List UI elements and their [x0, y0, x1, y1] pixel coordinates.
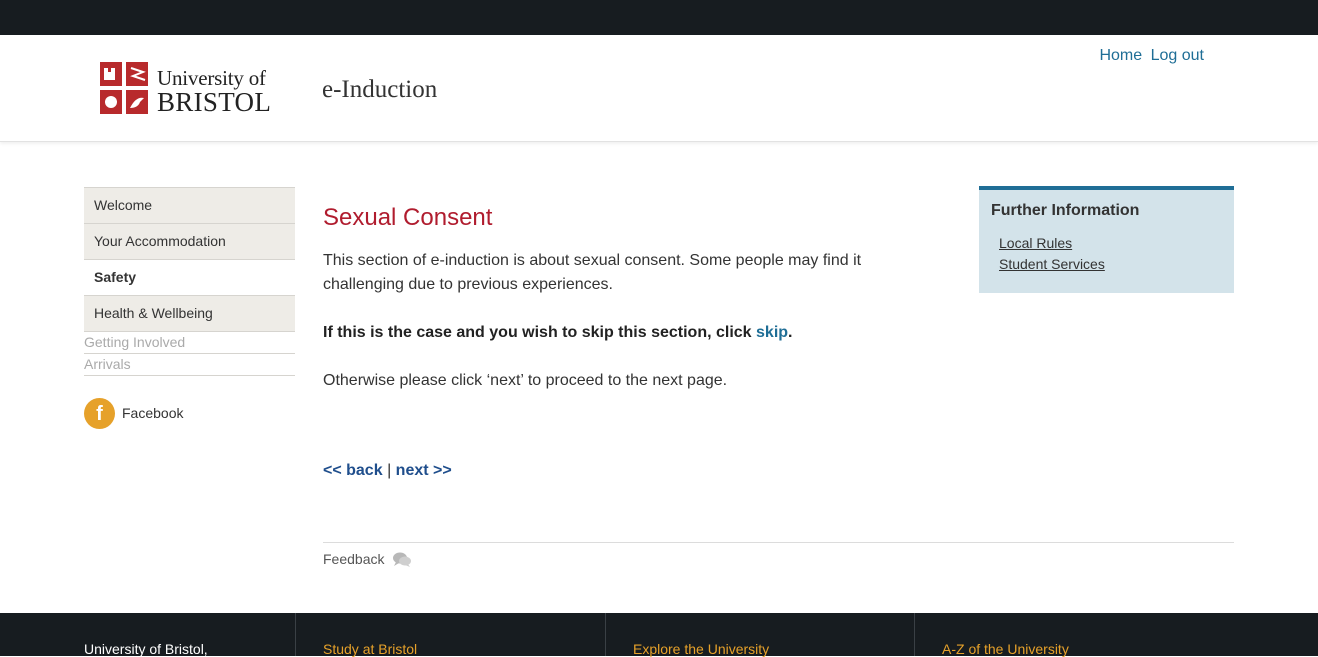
further-information-title: Further Information: [991, 202, 1140, 219]
sidebar-item-getting-involved: Getting Involved: [84, 331, 295, 353]
skip-link[interactable]: skip: [756, 324, 788, 341]
feedback-label: Feedback: [323, 551, 385, 567]
content-divider: [323, 542, 1234, 543]
top-bar: [0, 0, 1318, 35]
sidebar-item-welcome[interactable]: Welcome: [84, 187, 295, 223]
sidebar-nav: Welcome Your Accommodation Safety Health…: [84, 187, 295, 376]
skip-paragraph-text: If this is the case and you wish to skip…: [323, 324, 757, 341]
feedback-link[interactable]: Feedback: [323, 551, 411, 567]
sidebar-item-arrivals: Arrivals: [84, 353, 295, 376]
footer-separator: [914, 613, 915, 656]
further-information-box: Further Information Local Rules Student …: [979, 186, 1234, 293]
university-logo[interactable]: University of BRISTOL: [98, 60, 283, 117]
footer-separator: [605, 613, 606, 656]
intro-paragraph: This section of e-induction is about sex…: [323, 252, 862, 293]
next-paragraph: Otherwise please click ‘next’ to proceed…: [323, 372, 728, 389]
site-title: e-Induction: [322, 76, 438, 103]
site-header: University of BRISTOL e-Induction Home L…: [0, 35, 1318, 142]
facebook-icon: f: [84, 398, 115, 429]
skip-paragraph-end: .: [788, 324, 793, 341]
pager-separator: |: [387, 462, 392, 479]
further-information-links: Local Rules Student Services: [999, 233, 1105, 275]
footer-explore-link[interactable]: Explore the University: [633, 641, 769, 657]
pager: << back | next >>: [323, 462, 452, 480]
logo-text-line2: BRISTOL: [157, 87, 272, 117]
skip-paragraph: If this is the case and you wish to skip…: [323, 321, 883, 345]
facebook-label: Facebook: [122, 405, 184, 421]
logout-link[interactable]: Log out: [1151, 47, 1204, 64]
page-title: Sexual Consent: [323, 204, 493, 231]
footer-study-link[interactable]: Study at Bristol: [323, 641, 417, 657]
back-link[interactable]: << back: [323, 462, 383, 479]
student-services-link[interactable]: Student Services: [999, 254, 1105, 275]
home-link[interactable]: Home: [1099, 47, 1142, 64]
local-rules-link[interactable]: Local Rules: [999, 233, 1105, 254]
footer-az-link[interactable]: A-Z of the University: [942, 641, 1069, 657]
sidebar-item-safety[interactable]: Safety: [84, 259, 295, 295]
top-links: Home Log out: [1095, 47, 1204, 65]
footer-separator: [295, 613, 296, 656]
chat-bubble-icon: [393, 552, 411, 567]
crest-icon: [98, 60, 150, 116]
sidebar-item-accommodation[interactable]: Your Accommodation: [84, 223, 295, 259]
site-footer: University of Bristol, Study at Bristol …: [0, 613, 1318, 657]
sidebar-item-health-wellbeing[interactable]: Health & Wellbeing: [84, 295, 295, 331]
footer-address: University of Bristol,: [84, 641, 208, 657]
next-link[interactable]: next >>: [396, 462, 452, 479]
